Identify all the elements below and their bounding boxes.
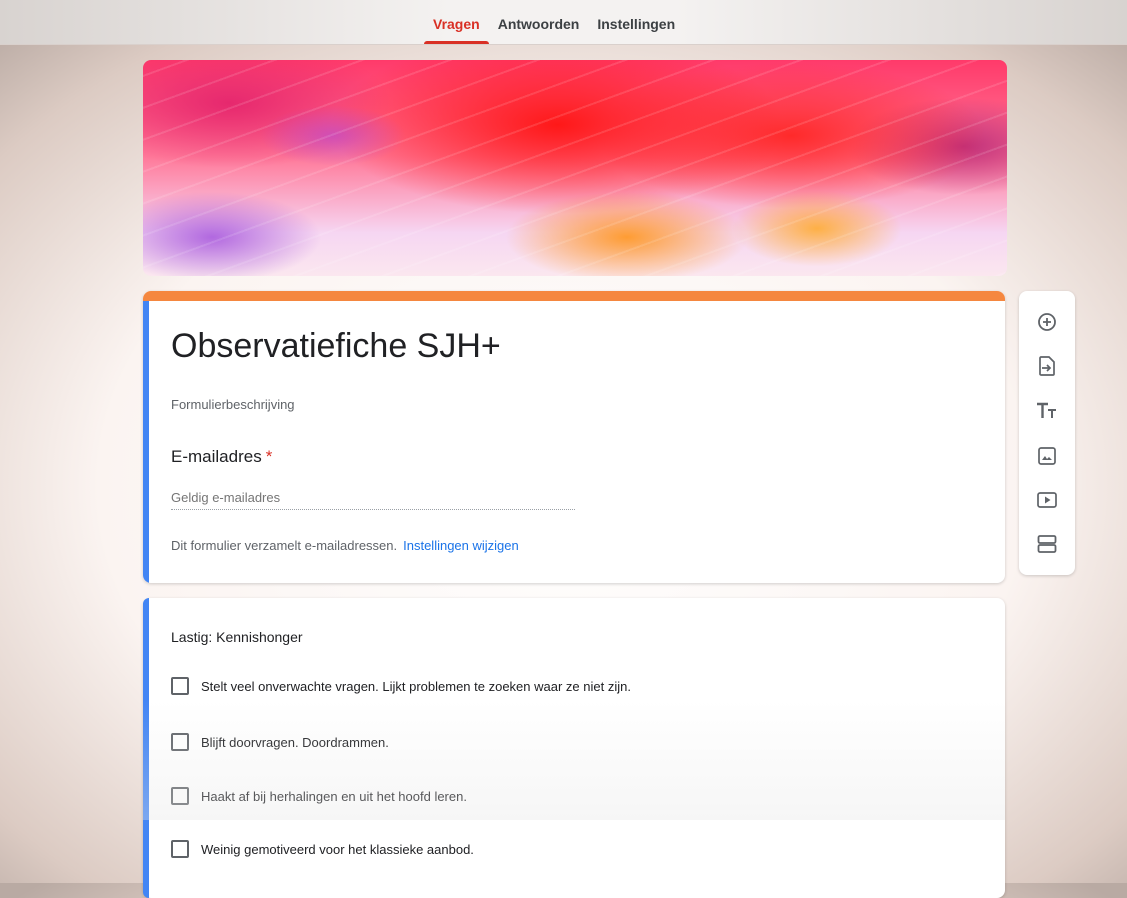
checkbox[interactable] — [171, 840, 189, 858]
add-title-icon[interactable] — [1035, 399, 1059, 423]
add-question-icon[interactable] — [1035, 310, 1059, 334]
required-asterisk: * — [265, 447, 273, 466]
option-label: Haakt af bij herhalingen en uit het hoof… — [201, 788, 467, 804]
form-description-field[interactable]: Formulierbeschrijving — [171, 397, 295, 412]
banner-texture — [143, 60, 1007, 276]
checkbox-option[interactable]: Haakt af bij herhalingen en uit het hoof… — [171, 787, 467, 805]
collect-note-text: Dit formulier verzamelt e-mailadressen. — [171, 538, 398, 553]
email-label-text: E-mailadres — [171, 447, 262, 466]
active-card-indicator — [143, 301, 149, 583]
tab-responses[interactable]: Antwoorden — [489, 0, 589, 44]
floating-toolbar — [1019, 291, 1075, 575]
question-card[interactable]: Lastig: Kennishonger Stelt veel onverwac… — [143, 598, 1005, 898]
header-banner-image — [143, 60, 1007, 276]
form-title[interactable]: Observatiefiche SJH+ — [171, 327, 501, 366]
tab-questions[interactable]: Vragen — [424, 0, 489, 44]
email-collection-note: Dit formulier verzamelt e-mailadressen. I… — [171, 538, 519, 553]
tab-settings[interactable]: Instellingen — [588, 0, 684, 44]
add-section-icon[interactable] — [1035, 532, 1059, 556]
header-color-stripe — [143, 291, 1005, 301]
option-label: Stelt veel onverwachte vragen. Lijkt pro… — [201, 678, 631, 694]
checkbox-option[interactable]: Blijft doorvragen. Doordrammen. — [171, 733, 389, 751]
add-image-icon[interactable] — [1035, 444, 1059, 468]
checkbox-option[interactable]: Stelt veel onverwachte vragen. Lijkt pro… — [171, 677, 631, 695]
checkbox[interactable] — [171, 733, 189, 751]
option-label: Blijft doorvragen. Doordrammen. — [201, 734, 389, 750]
form-title-card[interactable]: Observatiefiche SJH+ Formulierbeschrijvi… — [143, 291, 1005, 583]
checkbox[interactable] — [171, 677, 189, 695]
checkbox-option[interactable]: Weinig gemotiveerd voor het klassieke aa… — [171, 840, 474, 858]
option-label: Weinig gemotiveerd voor het klassieke aa… — [201, 841, 474, 857]
import-questions-icon[interactable] — [1035, 354, 1059, 378]
add-video-icon[interactable] — [1035, 488, 1059, 512]
form-tabs: Vragen Antwoorden Instellingen — [424, 0, 684, 44]
email-question-label: E-mailadres * — [171, 447, 272, 467]
checkbox[interactable] — [171, 787, 189, 805]
top-tab-bar: Vragen Antwoorden Instellingen — [0, 0, 1127, 45]
email-input[interactable] — [171, 485, 575, 510]
change-settings-link[interactable]: Instellingen wijzigen — [403, 538, 519, 553]
question-title[interactable]: Lastig: Kennishonger — [171, 629, 303, 645]
card-left-indicator — [143, 598, 149, 898]
